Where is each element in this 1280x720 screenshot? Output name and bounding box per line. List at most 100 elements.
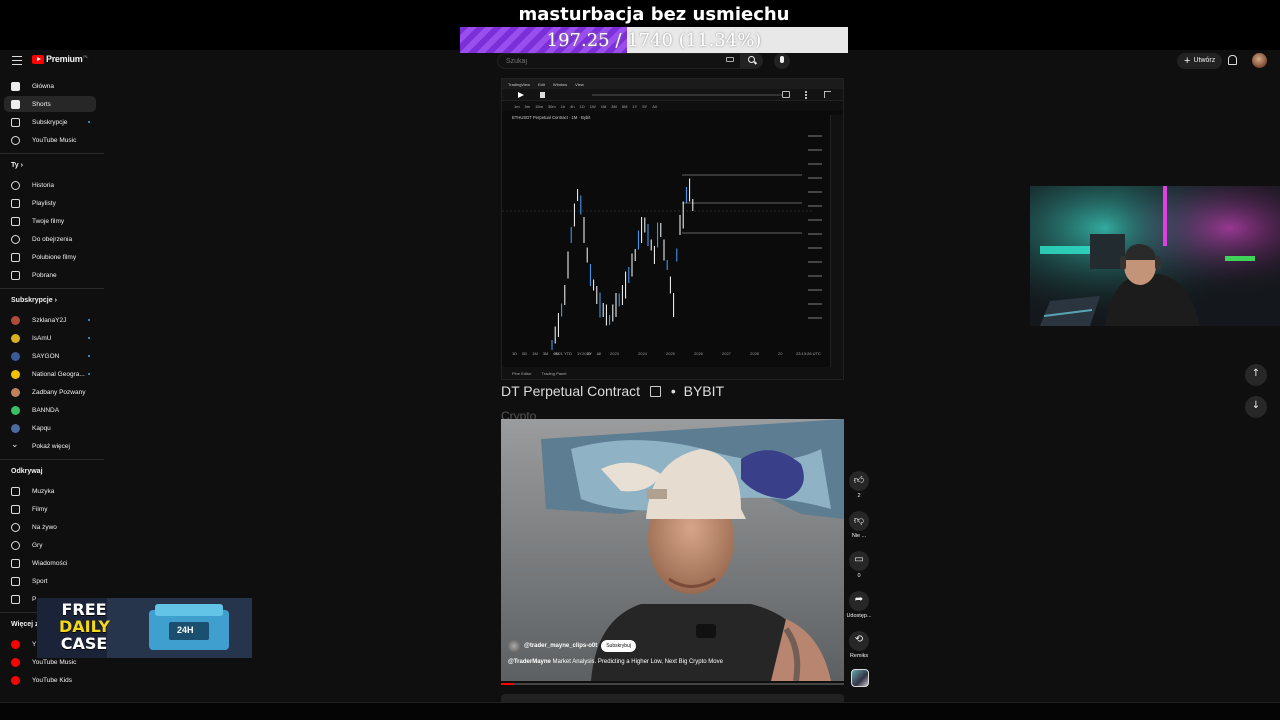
sidebar-item-szklanay2j[interactable]: SzklanaY2J (4, 312, 96, 328)
next-short-preview[interactable] (501, 694, 844, 702)
tv-price-scale-tick (808, 261, 822, 263)
tv-range-button[interactable]: 3M (543, 351, 549, 356)
short-progress-bar[interactable] (501, 683, 844, 685)
sidebar-item-pokaż-więcej[interactable]: ⌄ Pokaż więcej (4, 438, 96, 454)
channel-avatar[interactable] (508, 640, 520, 652)
your-videos-icon (11, 216, 20, 226)
tv-timeframe-button[interactable]: 4h (570, 104, 574, 109)
subscribe-button[interactable]: Subskrybuj (601, 640, 636, 652)
tv-timeframe-button[interactable]: 30m (548, 104, 556, 109)
sidebar-item-wiadomości[interactable]: Wiadomości (4, 555, 96, 571)
sidebar-heading-you[interactable]: Ty › (11, 162, 23, 169)
tv-timeframe-button[interactable]: 1W (590, 104, 596, 109)
menu-icon[interactable] (12, 56, 22, 65)
sound-source-thumbnail[interactable] (851, 669, 869, 687)
sidebar-heading-subscriptions[interactable]: Subskrypcje › (11, 297, 57, 304)
sidebar-item-do-obejrzenia[interactable]: Do obejrzenia (4, 231, 96, 247)
tv-range-button[interactable]: 1D (512, 351, 517, 356)
tv-timeframe-button[interactable]: 1D (580, 104, 585, 109)
sidebar-item-muzyka[interactable]: Muzyka (4, 483, 96, 499)
new-content-dot (87, 120, 90, 124)
sidebar-heading-explore[interactable]: Odkrywaj (11, 468, 43, 475)
free-daily-case-promo[interactable]: FREE DAILY CASE 24H (37, 598, 252, 658)
search-button[interactable] (741, 53, 763, 69)
sidebar-item-youtube-kids[interactable]: YouTube Kids (4, 672, 96, 688)
tv-range-button[interactable]: 1M (532, 351, 538, 356)
tv-range-button[interactable]: All (597, 351, 601, 356)
like-button[interactable]: 👍︎ (849, 471, 869, 491)
tv-timeframe-button[interactable]: 1M (601, 104, 607, 109)
tv-bottom-tab[interactable]: Pine Editor (512, 371, 532, 376)
play-icon[interactable] (518, 92, 524, 98)
sidebar-item-playlisty[interactable]: Playlisty (4, 195, 96, 211)
sidebar-item-saygon[interactable]: SAYGON (4, 348, 96, 364)
tv-price-scale-tick (808, 233, 822, 235)
previous-short-button[interactable]: ↑ (1245, 364, 1267, 386)
tv-timeframe-button[interactable]: 15m (535, 104, 543, 109)
keyboard-icon[interactable] (726, 57, 734, 62)
remix-action[interactable]: ⟲ Remiks (846, 631, 872, 659)
like-action[interactable]: 👍︎ 2 (846, 471, 872, 499)
comments-action[interactable]: ▭ 0 (846, 551, 872, 579)
tv-timeframe-button[interactable]: 5m (525, 104, 531, 109)
search-box[interactable] (497, 53, 741, 69)
remix-button[interactable]: ⟲ (849, 631, 869, 651)
sidebar-item-label: Zadbany Pozwany (32, 388, 86, 396)
tv-timeframe-button[interactable]: 5Y (642, 104, 647, 109)
sidebar-item-główna[interactable]: Główna (4, 78, 96, 94)
dislike-action[interactable]: 👎︎ Nie ... (846, 511, 872, 539)
tv-timeframe-button[interactable]: 3M (611, 104, 617, 109)
sidebar-item-twoje-filmy[interactable]: Twoje filmy (4, 213, 96, 229)
tv-range-button[interactable]: 1Y (577, 351, 582, 356)
sidebar-item-na-żywo[interactable]: Na żywo (4, 519, 96, 535)
notifications-bell-icon[interactable] (1228, 55, 1237, 65)
tv-timeframe-button[interactable]: 6M (622, 104, 628, 109)
volume-icon[interactable] (540, 92, 545, 98)
sidebar-item-youtube-music[interactable]: YouTube Music (4, 132, 96, 148)
tv-range-button[interactable]: 5Y (587, 351, 592, 356)
share-action[interactable]: ➦ Udostęp... (843, 591, 875, 619)
sidebar-item-subskrypcje[interactable]: Subskrypcje (4, 114, 96, 130)
tv-menu-item[interactable]: Edit (538, 82, 545, 87)
tv-menu-item[interactable]: TradingView (508, 82, 530, 87)
tv-timeframe-button[interactable]: 1h (561, 104, 565, 109)
comments-button[interactable]: ▭ (849, 551, 869, 571)
sidebar-item-polubione-filmy[interactable]: Polubione filmy (4, 249, 96, 265)
sidebar-item-zadbany-pozwany[interactable]: Zadbany Pozwany (4, 384, 96, 400)
more-options-icon[interactable] (805, 91, 807, 99)
tv-bottom-tab[interactable]: Trading Panel (542, 371, 567, 376)
sidebar-item-shorts[interactable]: Shorts (4, 96, 96, 112)
search-input[interactable] (506, 54, 706, 68)
sidebar-item-bannda[interactable]: BANNDA (4, 402, 96, 418)
tv-timeframe-button[interactable]: 1Y (632, 104, 637, 109)
create-button[interactable]: + Utwórz (1177, 53, 1223, 69)
dislike-button[interactable]: 👎︎ (849, 511, 869, 531)
tv-timeframe-button[interactable]: 1m (514, 104, 520, 109)
fullscreen-icon[interactable] (824, 91, 831, 98)
share-button[interactable]: ➦ (849, 591, 869, 611)
account-avatar[interactable] (1252, 53, 1267, 68)
tv-range-button[interactable]: 6M (553, 351, 559, 356)
youtube-red-icon (11, 639, 20, 649)
tv-range-button[interactable]: 5D (522, 351, 527, 356)
sidebar-item-pobrane[interactable]: Pobrane (4, 267, 96, 283)
next-short-button[interactable]: ↓ (1245, 396, 1267, 418)
channel-name[interactable]: @trader_mayne_clips-o0t (524, 643, 597, 649)
youtube-premium-logo[interactable]: Premium PL (32, 54, 88, 64)
sidebar-item-gry[interactable]: Gry (4, 537, 96, 553)
tv-menu-item[interactable]: View (575, 82, 584, 87)
sidebar-item-historia[interactable]: Historia (4, 177, 96, 193)
sidebar-item-kapqu[interactable]: Kapqu (4, 420, 96, 436)
voice-search-button[interactable] (774, 53, 790, 69)
short-title[interactable]: @TraderMayne Market Analysis. Predicting… (508, 658, 723, 667)
tv-menu-item[interactable]: Window (553, 82, 567, 87)
sidebar-item-isamu[interactable]: IsAmU (4, 330, 96, 346)
sidebar-item-filmy[interactable]: Filmy (4, 501, 96, 517)
sidebar-heading-more[interactable]: Więcej z (11, 621, 39, 628)
tv-timeframe-button[interactable]: All (652, 104, 656, 109)
sidebar-item-sport[interactable]: Sport (4, 573, 96, 589)
tv-range-button[interactable]: YTD (564, 351, 572, 356)
tv-video-scrubber[interactable] (592, 94, 782, 96)
captions-icon[interactable] (782, 91, 790, 98)
sidebar-item-national-geogra-[interactable]: National Geogra... (4, 366, 96, 382)
